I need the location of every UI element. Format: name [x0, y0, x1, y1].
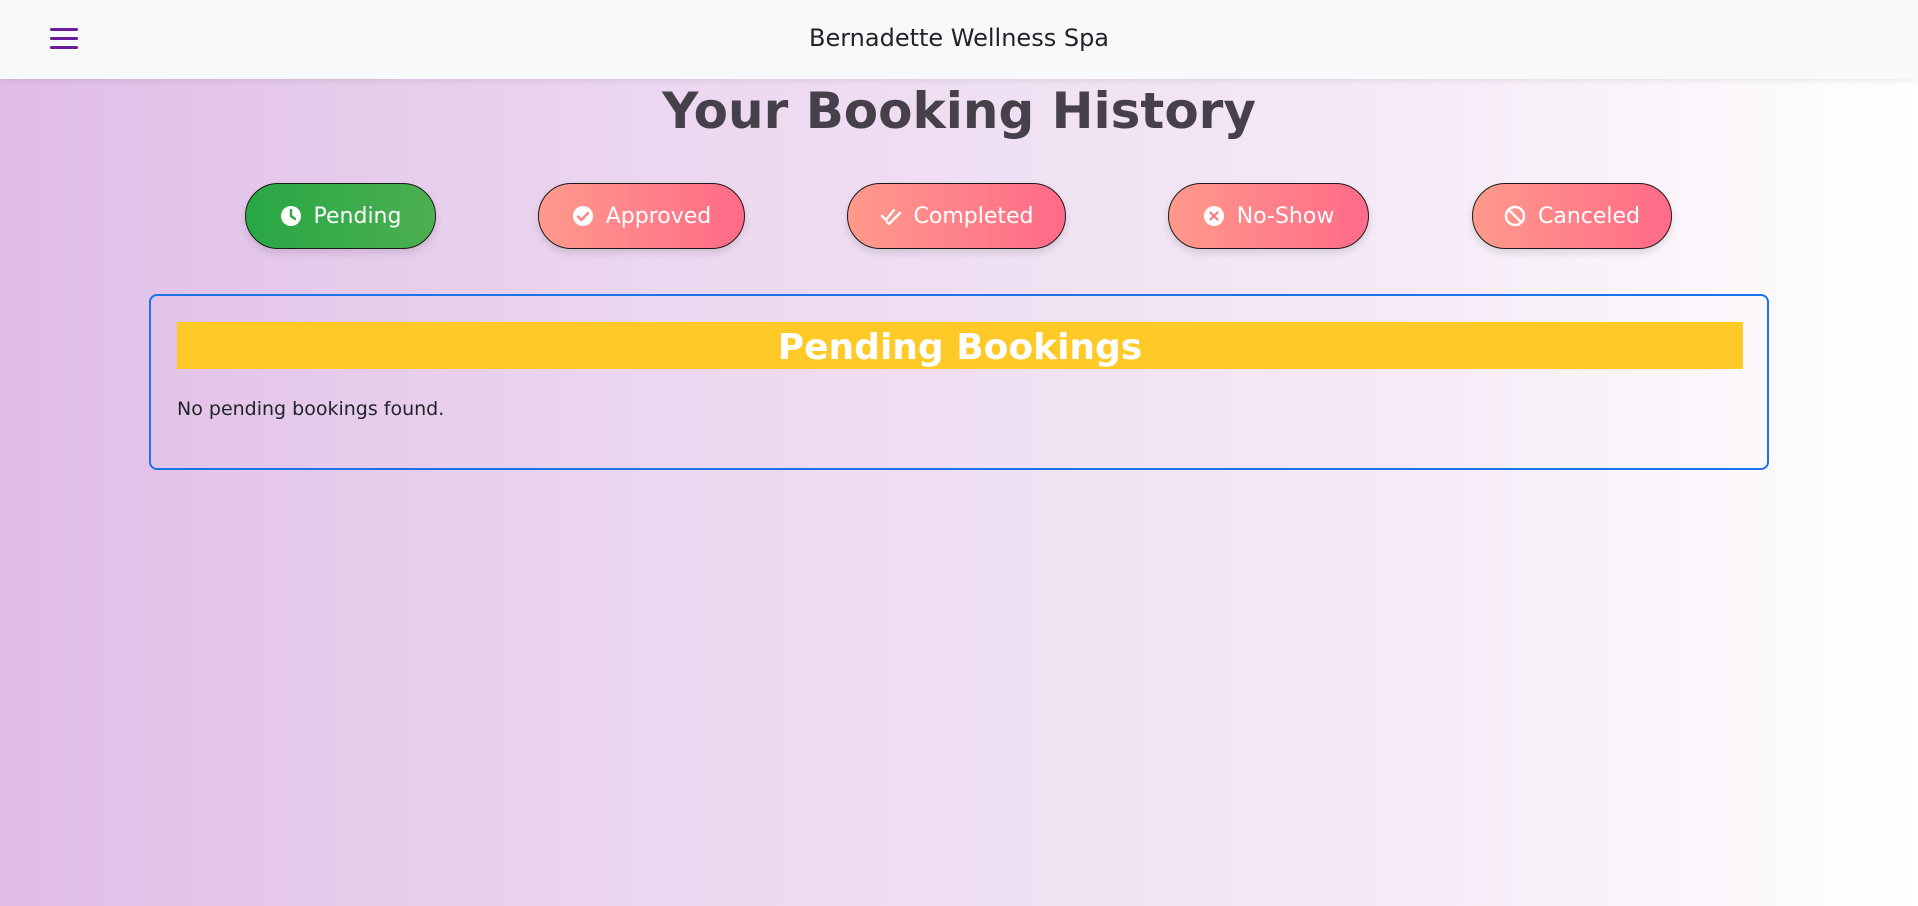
filter-label: Pending — [313, 203, 402, 229]
filter-label: No-Show — [1236, 203, 1335, 229]
double-check-icon — [880, 208, 901, 226]
x-circle-icon — [1203, 206, 1224, 226]
bookings-panel: Pending Bookings No pending bookings fou… — [149, 294, 1769, 470]
filter-completed-button[interactable]: Completed — [847, 183, 1066, 249]
panel-heading: Pending Bookings — [177, 322, 1743, 369]
filter-no-show-button[interactable]: No-Show — [1168, 183, 1369, 249]
page-title: Your Booking History — [662, 82, 1256, 140]
clock-icon — [280, 206, 301, 226]
filter-canceled-button[interactable]: Canceled — [1472, 183, 1672, 249]
check-circle-icon — [572, 206, 593, 226]
top-navbar: Bernadette Wellness Spa — [0, 0, 1918, 79]
brand-name[interactable]: Bernadette Wellness Spa — [0, 24, 1918, 52]
filter-approved-button[interactable]: Approved — [538, 183, 745, 249]
ban-icon — [1504, 205, 1526, 227]
filter-pending-button[interactable]: Pending — [245, 183, 436, 249]
empty-state-message: No pending bookings found. — [177, 398, 445, 420]
filter-label: Approved — [605, 203, 712, 229]
filter-label: Canceled — [1537, 203, 1641, 229]
filter-label: Completed — [913, 203, 1034, 229]
